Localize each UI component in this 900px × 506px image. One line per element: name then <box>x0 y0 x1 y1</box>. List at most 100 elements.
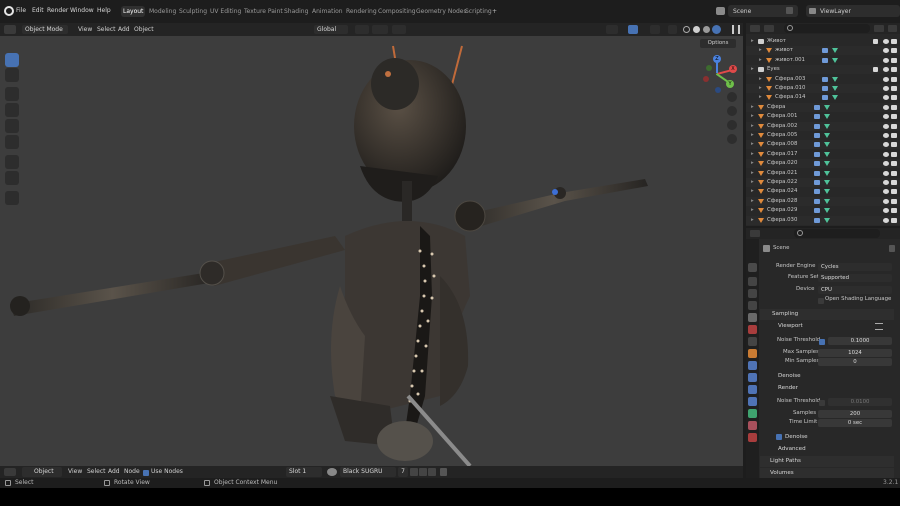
collection-tab-icon[interactable] <box>748 337 757 346</box>
feature-set-dropdown[interactable]: Supported <box>818 274 892 282</box>
render-camera-icon[interactable] <box>891 189 897 195</box>
editor-type-icon[interactable] <box>4 25 16 34</box>
outliner-row[interactable]: ▸ Сфера.028 <box>746 196 900 206</box>
eye-visibility-icon[interactable] <box>883 123 889 129</box>
proportional-edit-icon[interactable] <box>392 25 406 34</box>
open-shading-checkbox[interactable] <box>818 297 824 304</box>
modifier-wrench-icon[interactable] <box>814 217 820 223</box>
outliner-row[interactable]: ▸ Сфера.001 <box>746 112 900 121</box>
view-layer-selector[interactable]: ViewLayer <box>806 5 900 17</box>
eye-visibility-icon[interactable] <box>883 76 889 82</box>
modifier-wrench-icon[interactable] <box>822 48 828 54</box>
render-camera-icon[interactable] <box>891 86 897 91</box>
expand-arrow-icon[interactable]: ▸ <box>759 75 762 84</box>
zoom-icon[interactable] <box>727 92 737 102</box>
outliner-row[interactable]: ▸ Eyes <box>746 65 900 75</box>
node-menu-view[interactable]: View <box>68 467 82 476</box>
eye-visibility-icon[interactable] <box>883 67 889 73</box>
sampling-panel-header[interactable]: Sampling <box>760 309 894 320</box>
modifier-wrench-icon[interactable] <box>814 208 820 214</box>
eye-visibility-icon[interactable] <box>883 95 889 101</box>
pin-icon[interactable] <box>440 468 447 476</box>
snap-icon[interactable] <box>372 25 388 34</box>
modifier-wrench-icon[interactable] <box>822 95 828 101</box>
render-camera-icon[interactable] <box>891 217 897 223</box>
node-menu-add[interactable]: Add <box>108 467 120 476</box>
texture-tab-icon[interactable] <box>748 433 757 442</box>
scene-selector[interactable]: Scene <box>728 5 798 17</box>
r-denoise-subpanel[interactable]: Denoise <box>766 432 894 443</box>
mesh-data-icon[interactable] <box>824 189 830 195</box>
outliner-row[interactable]: ▸ Сфера.022 <box>746 178 900 187</box>
blender-logo-icon[interactable] <box>4 6 14 16</box>
outliner-row[interactable]: ▸ Сфера.017 <box>746 150 900 159</box>
expand-arrow-icon[interactable]: ▸ <box>759 93 762 102</box>
expand-arrow-icon[interactable]: ▸ <box>751 206 754 215</box>
perspective-grid-icon[interactable] <box>727 134 737 144</box>
world-tab-icon[interactable] <box>748 325 757 334</box>
modifier-wrench-icon[interactable] <box>814 114 820 120</box>
eye-visibility-icon[interactable] <box>883 39 889 44</box>
particles-tab-icon[interactable] <box>748 373 757 382</box>
data-tab-icon[interactable] <box>748 409 757 418</box>
menu-view[interactable]: View <box>78 25 92 34</box>
exclude-checkbox[interactable] <box>873 39 878 44</box>
outliner-row[interactable]: ▸ Сфера.002 <box>746 121 900 131</box>
mesh-data-icon[interactable] <box>824 161 830 167</box>
shading-solid-icon[interactable] <box>693 26 700 33</box>
render-camera-icon[interactable] <box>891 76 897 82</box>
expand-arrow-icon[interactable]: ▸ <box>751 169 754 178</box>
material-tab-icon[interactable] <box>748 421 757 430</box>
xray-icon[interactable] <box>668 25 677 34</box>
tab-animation[interactable]: Animation <box>310 6 345 17</box>
exclude-checkbox[interactable] <box>873 67 878 73</box>
render-tab-icon[interactable] <box>748 277 757 286</box>
render-camera-icon[interactable] <box>891 170 897 176</box>
menu-file[interactable]: File <box>16 7 26 14</box>
modifier-wrench-icon[interactable] <box>822 86 828 91</box>
node-editor-type-icon[interactable] <box>4 468 16 476</box>
pivot-icon[interactable] <box>355 25 369 34</box>
mesh-data-icon[interactable] <box>824 133 830 138</box>
render-camera-icon[interactable] <box>891 67 897 73</box>
mesh-data-icon[interactable] <box>832 95 838 101</box>
render-camera-icon[interactable] <box>891 57 897 63</box>
unlink-material-icon[interactable] <box>428 468 436 476</box>
mesh-data-icon[interactable] <box>824 151 830 157</box>
tab-modeling[interactable]: Modeling <box>147 6 178 17</box>
gizmo-neg-y[interactable] <box>706 65 712 71</box>
render-camera-icon[interactable] <box>891 95 897 101</box>
modifier-wrench-icon[interactable] <box>814 104 820 110</box>
mesh-data-icon[interactable] <box>832 86 838 91</box>
expand-arrow-icon[interactable]: ▸ <box>751 187 754 196</box>
mesh-data-icon[interactable] <box>824 104 830 110</box>
expand-arrow-icon[interactable]: ▸ <box>751 216 754 225</box>
outliner-row[interactable]: ▸ Сфера.029 <box>746 206 900 215</box>
orientation-dropdown[interactable]: Global <box>314 25 348 34</box>
duplicate-material-icon[interactable] <box>419 468 427 476</box>
pin-context-icon[interactable] <box>889 245 895 252</box>
tool-tab-icon[interactable] <box>748 263 757 272</box>
outliner-row[interactable]: ▸ живот <box>746 46 900 56</box>
outliner-row[interactable]: ▸ Сфера.010 <box>746 84 900 93</box>
render-camera-icon[interactable] <box>891 114 897 120</box>
eye-visibility-icon[interactable] <box>883 57 889 63</box>
properties-editor-type-icon[interactable] <box>750 230 760 237</box>
mesh-data-icon[interactable] <box>824 208 830 214</box>
mesh-data-icon[interactable] <box>832 48 838 54</box>
menu-select[interactable]: Select <box>97 25 116 34</box>
outliner-row[interactable]: ▸ Сфера.008 <box>746 140 900 150</box>
menu-window[interactable]: Window <box>70 7 94 14</box>
render-camera-icon[interactable] <box>891 142 897 148</box>
move-tool-icon[interactable] <box>5 87 19 101</box>
r-noise-threshold-checkbox[interactable] <box>819 399 825 406</box>
mesh-data-icon[interactable] <box>824 123 830 129</box>
render-camera-icon[interactable] <box>891 123 897 129</box>
filter-icon[interactable] <box>874 25 884 32</box>
mesh-data-icon[interactable] <box>824 198 830 204</box>
modifier-wrench-icon[interactable] <box>822 76 828 82</box>
tab-rendering[interactable]: Rendering <box>344 6 379 17</box>
eye-visibility-icon[interactable] <box>883 142 889 148</box>
output-tab-icon[interactable] <box>748 289 757 298</box>
gizmo-toggle-icon[interactable] <box>628 25 638 34</box>
